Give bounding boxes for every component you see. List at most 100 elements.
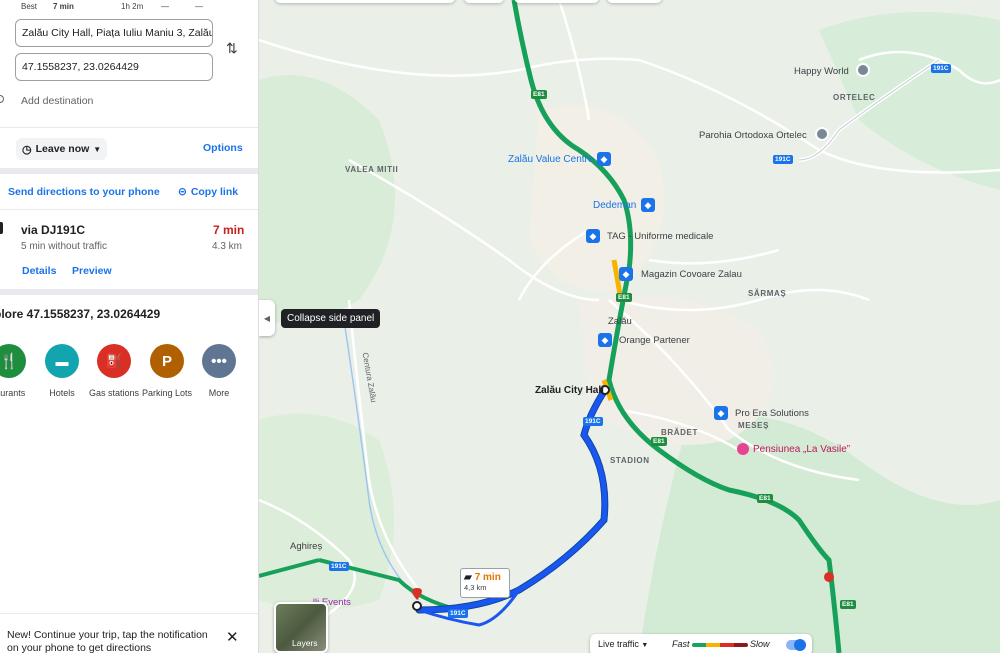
shopping-bag-icon[interactable]: ◆ bbox=[714, 406, 728, 420]
map-label-dedeman[interactable]: Dedeman bbox=[593, 200, 636, 211]
restaurants-button[interactable]: 🍴 bbox=[0, 344, 26, 378]
caret-left-icon: ◀ bbox=[263, 313, 271, 323]
copy-link-button[interactable]: ⊝ Copy link bbox=[178, 186, 238, 198]
live-traffic-dropdown[interactable]: Live traffic ▼ bbox=[598, 639, 648, 649]
parking-lots-button[interactable]: P bbox=[150, 344, 184, 378]
traffic-toggle[interactable] bbox=[786, 639, 806, 651]
route-shield-e81: E81 bbox=[757, 494, 773, 503]
section-divider bbox=[0, 168, 258, 174]
shopping-bag-icon[interactable]: ◆ bbox=[619, 267, 633, 281]
filter-chip[interactable] bbox=[607, 0, 662, 3]
map-label-happy-world[interactable]: Happy World bbox=[794, 66, 849, 77]
shopping-bag-icon[interactable]: ◆ bbox=[598, 333, 612, 347]
search-chip[interactable] bbox=[275, 0, 455, 3]
filter-chip[interactable] bbox=[464, 0, 504, 3]
bed-icon: ▬ bbox=[55, 353, 69, 369]
map-label-aghires: Aghireș bbox=[290, 541, 323, 552]
filter-chip[interactable] bbox=[514, 0, 599, 3]
directions-side-panel: Best 7 min 1h 2m — — Zalău City Hall, Pi… bbox=[0, 0, 259, 653]
route-distance: 4.3 km bbox=[212, 241, 243, 252]
mode-driving-time[interactable]: 7 min bbox=[53, 2, 74, 11]
leave-now-dropdown[interactable]: ◷ Leave now ▼ bbox=[16, 138, 108, 160]
car-icon: ▰ bbox=[464, 572, 472, 583]
map-label-valea-mitii: VALEA MITII bbox=[345, 165, 399, 174]
add-destination-button[interactable]: Add destination bbox=[21, 95, 93, 107]
layers-button[interactable]: Layers bbox=[274, 602, 328, 653]
map-label-magazin[interactable]: Magazin Covoare Zalau bbox=[641, 269, 742, 280]
route-shield-e81: E81 bbox=[531, 90, 547, 99]
more-icon: ••• bbox=[211, 352, 227, 370]
more-label: More bbox=[208, 388, 230, 398]
map-label-stadion: STADION bbox=[610, 456, 650, 465]
mode-transit-time[interactable]: 1h 2m bbox=[121, 2, 143, 11]
map-canvas[interactable]: Happy World ORTELEC Parohia Ortodoxa Ort… bbox=[259, 0, 1000, 653]
traffic-fast-label: Fast bbox=[672, 639, 690, 649]
explore-title: plore 47.1558237, 23.0264429 bbox=[0, 307, 161, 321]
more-button[interactable]: ••• bbox=[202, 344, 236, 378]
caret-down-icon: ▼ bbox=[641, 642, 649, 649]
parking-lots-label: Parking Lots bbox=[141, 388, 193, 398]
shopping-bag-icon[interactable]: ◆ bbox=[597, 152, 611, 166]
map-label-city-hall[interactable]: Zalău City Hall bbox=[535, 385, 604, 396]
route-duration: 7 min bbox=[213, 223, 245, 237]
poi-circle-icon bbox=[856, 63, 870, 77]
caret-down-icon: ▼ bbox=[93, 144, 102, 154]
options-button[interactable]: Options bbox=[203, 142, 243, 154]
map-label-value-centre[interactable]: Zalău Value Centre bbox=[508, 154, 593, 165]
collapse-panel-button[interactable]: ◀ bbox=[259, 300, 275, 336]
eta-distance: 4,3 km bbox=[464, 583, 487, 592]
route-shield-191c: 191C bbox=[329, 562, 349, 571]
map-label-sarmas: SĂRMAȘ bbox=[748, 289, 787, 298]
map-label-pensiunea[interactable]: Pensiunea „La Vasile” bbox=[753, 444, 850, 455]
map-label-meses: MESEȘ bbox=[738, 421, 770, 430]
mode-best[interactable]: Best bbox=[21, 2, 37, 11]
map-label-tag[interactable]: TAG - Uniforme medicale bbox=[607, 231, 713, 242]
link-icon: ⊝ bbox=[178, 186, 187, 198]
mode-walking-time[interactable]: — bbox=[161, 2, 169, 11]
gas-stations-label: Gas stations bbox=[88, 388, 140, 398]
fork-knife-icon: 🍴 bbox=[0, 353, 19, 370]
travel-mode-bar: Best 7 min 1h 2m — — bbox=[0, 0, 258, 12]
live-traffic-label: Live traffic bbox=[598, 639, 639, 649]
route-via[interactable]: via DJ191C bbox=[21, 223, 85, 237]
notification-text: New! Continue your trip, tap the notific… bbox=[7, 629, 208, 653]
map-label-ortelec: ORTELEC bbox=[833, 93, 876, 102]
eta-time: 7 min bbox=[474, 572, 501, 583]
route-shield-191c: 191C bbox=[773, 155, 793, 164]
preview-link[interactable]: Preview bbox=[72, 265, 112, 277]
leave-now-label: Leave now bbox=[35, 143, 90, 155]
route-shield-e81: E81 bbox=[840, 600, 856, 609]
map-label-parohia[interactable]: Parohia Ortodoxa Ortelec bbox=[699, 130, 807, 141]
route-shield-191c: 191C bbox=[583, 417, 603, 426]
divider bbox=[0, 127, 258, 128]
copy-link-label: Copy link bbox=[190, 186, 239, 198]
route-shield-e81: E81 bbox=[616, 293, 632, 302]
origin-input[interactable]: Zalău City Hall, Piața Iuliu Maniu 3, Za… bbox=[15, 19, 213, 47]
swap-directions-icon[interactable]: ⇅ bbox=[226, 40, 238, 57]
mode-cycling-time[interactable]: — bbox=[195, 2, 203, 11]
route-without-traffic: 5 min without traffic bbox=[21, 241, 107, 252]
parking-icon: P bbox=[161, 352, 172, 370]
send-to-phone-button[interactable]: Send directions to your phone bbox=[8, 186, 160, 198]
hotels-label: Hotels bbox=[49, 388, 75, 398]
destination-input[interactable]: 47.1558237, 23.0264429 bbox=[15, 53, 213, 81]
close-icon[interactable]: ✕ bbox=[226, 628, 239, 646]
collapse-tooltip: Collapse side panel bbox=[281, 309, 381, 328]
map-label-zalau: Zalău bbox=[608, 316, 632, 327]
add-destination-icon bbox=[0, 95, 4, 103]
details-link[interactable]: Details bbox=[22, 265, 56, 277]
gas-stations-button[interactable]: ⛽ bbox=[97, 344, 131, 378]
church-icon bbox=[815, 127, 829, 141]
map-label-bradet: BRĂDET bbox=[661, 428, 698, 437]
layers-label: Layers bbox=[292, 638, 318, 648]
map-label-orange[interactable]: Orange Partener bbox=[619, 335, 690, 346]
gas-pump-icon: ⛽ bbox=[105, 353, 123, 368]
traffic-scale bbox=[692, 643, 748, 647]
map-label-pro-era[interactable]: Pro Era Solutions bbox=[735, 408, 809, 419]
traffic-slow-label: Slow bbox=[750, 639, 770, 649]
shopping-bag-icon[interactable]: ◆ bbox=[641, 198, 655, 212]
toggle-knob-icon bbox=[794, 639, 806, 651]
route-eta-callout[interactable]: ▰ 7 min 4,3 km bbox=[460, 568, 510, 598]
shopping-bag-icon[interactable]: ◆ bbox=[586, 229, 600, 243]
hotels-button[interactable]: ▬ bbox=[45, 344, 79, 378]
